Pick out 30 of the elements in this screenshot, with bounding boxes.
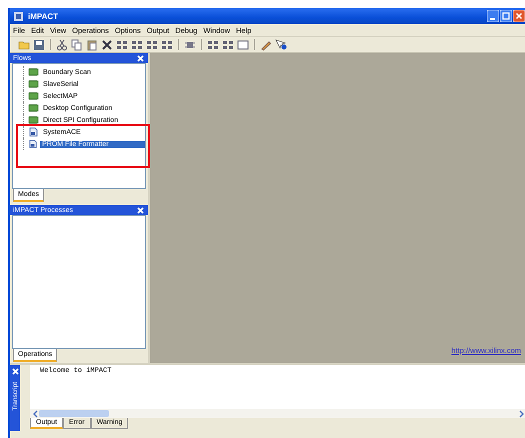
close-icon[interactable] <box>136 54 145 62</box>
document-icon <box>28 139 38 149</box>
cut-icon[interactable] <box>56 38 68 50</box>
copy-icon[interactable] <box>71 38 83 50</box>
app-icon <box>13 10 24 22</box>
scroll-right-icon[interactable] <box>518 410 525 418</box>
chip-icon <box>28 115 39 125</box>
delete-icon[interactable] <box>101 38 113 50</box>
paste-icon[interactable] <box>86 38 98 50</box>
grid-icon[interactable] <box>146 38 158 50</box>
scroll-left-icon[interactable] <box>32 410 39 418</box>
grid-icon[interactable] <box>131 38 143 50</box>
grid-icon[interactable] <box>222 38 234 50</box>
chip-icon <box>28 91 39 101</box>
close-icon[interactable] <box>136 206 145 214</box>
grid-icon[interactable] <box>161 38 173 50</box>
chip-icon <box>28 67 39 77</box>
maximize-icon[interactable] <box>500 10 512 22</box>
window-icon[interactable] <box>237 38 249 50</box>
document-icon <box>28 127 39 137</box>
save-icon[interactable] <box>33 38 45 50</box>
close-icon[interactable] <box>10 367 20 376</box>
close-icon[interactable] <box>513 10 525 22</box>
window-title: iMPACT <box>28 12 60 20</box>
chip-icon <box>28 79 39 89</box>
minimize-icon[interactable] <box>487 10 499 22</box>
grid-icon[interactable] <box>116 38 128 50</box>
chip-icon <box>28 103 39 113</box>
scrollbar-thumb[interactable] <box>39 410 109 417</box>
grid-icon[interactable] <box>207 38 219 50</box>
